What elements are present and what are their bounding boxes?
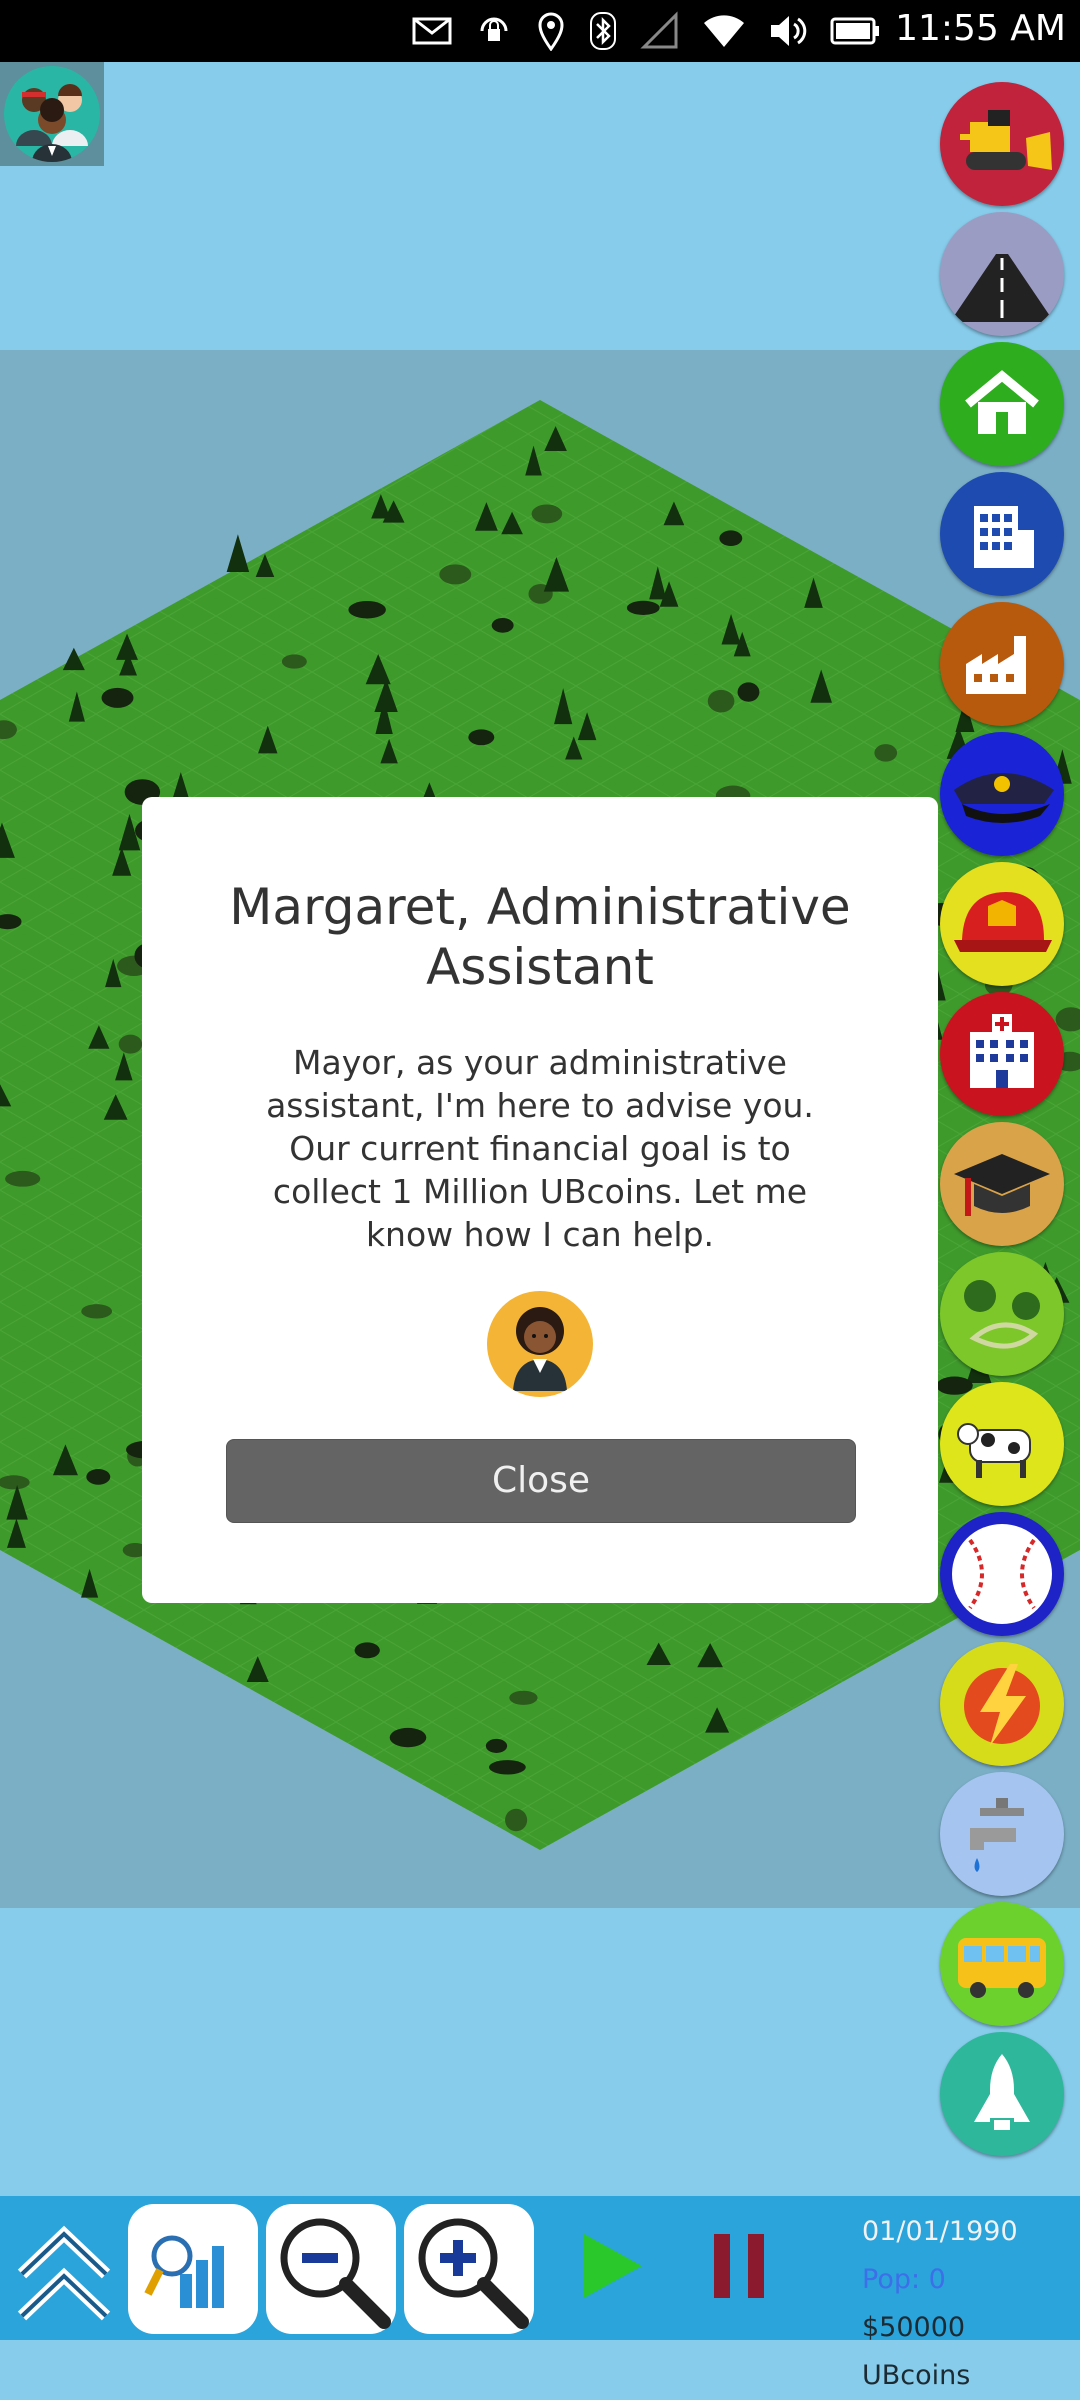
zoom-out-icon xyxy=(280,2218,391,2329)
close-button[interactable]: Close xyxy=(226,1439,856,1523)
zoom-out-button[interactable] xyxy=(266,2204,396,2334)
pause-icon xyxy=(714,2234,764,2298)
zoom-in-button[interactable] xyxy=(404,2204,534,2334)
dialog-overlay: Margaret, Administrative Assistant Mayor… xyxy=(0,0,1080,2340)
advisor-dialog: Margaret, Administrative Assistant Mayor… xyxy=(142,797,938,1603)
population-count: Pop: 0 xyxy=(862,2264,946,2295)
collapse-button[interactable] xyxy=(8,2204,120,2334)
collapse-chevrons-icon xyxy=(17,2225,111,2321)
pause-button[interactable] xyxy=(700,2226,780,2306)
stats-magnifier-icon xyxy=(144,2235,224,2308)
dialog-title: Margaret, Administrative Assistant xyxy=(229,878,851,996)
game-date: 01/01/1990 xyxy=(862,2216,1018,2247)
funds-amount: $50000 UBcoins xyxy=(862,2312,971,2391)
statistics-button[interactable] xyxy=(128,2204,258,2334)
play-button[interactable] xyxy=(570,2226,650,2306)
bottom-toolbar: 01/01/1990 Pop: 0 $50000 UBcoins xyxy=(0,2196,1080,2391)
margaret-portrait-icon xyxy=(487,1291,593,1397)
play-icon xyxy=(584,2234,642,2298)
zoom-in-icon xyxy=(418,2218,529,2329)
city-stats: 01/01/1990 Pop: 0 $50000 UBcoins xyxy=(862,2208,1080,2400)
dialog-message: Mayor, as your administrative assistant,… xyxy=(266,1043,814,1254)
